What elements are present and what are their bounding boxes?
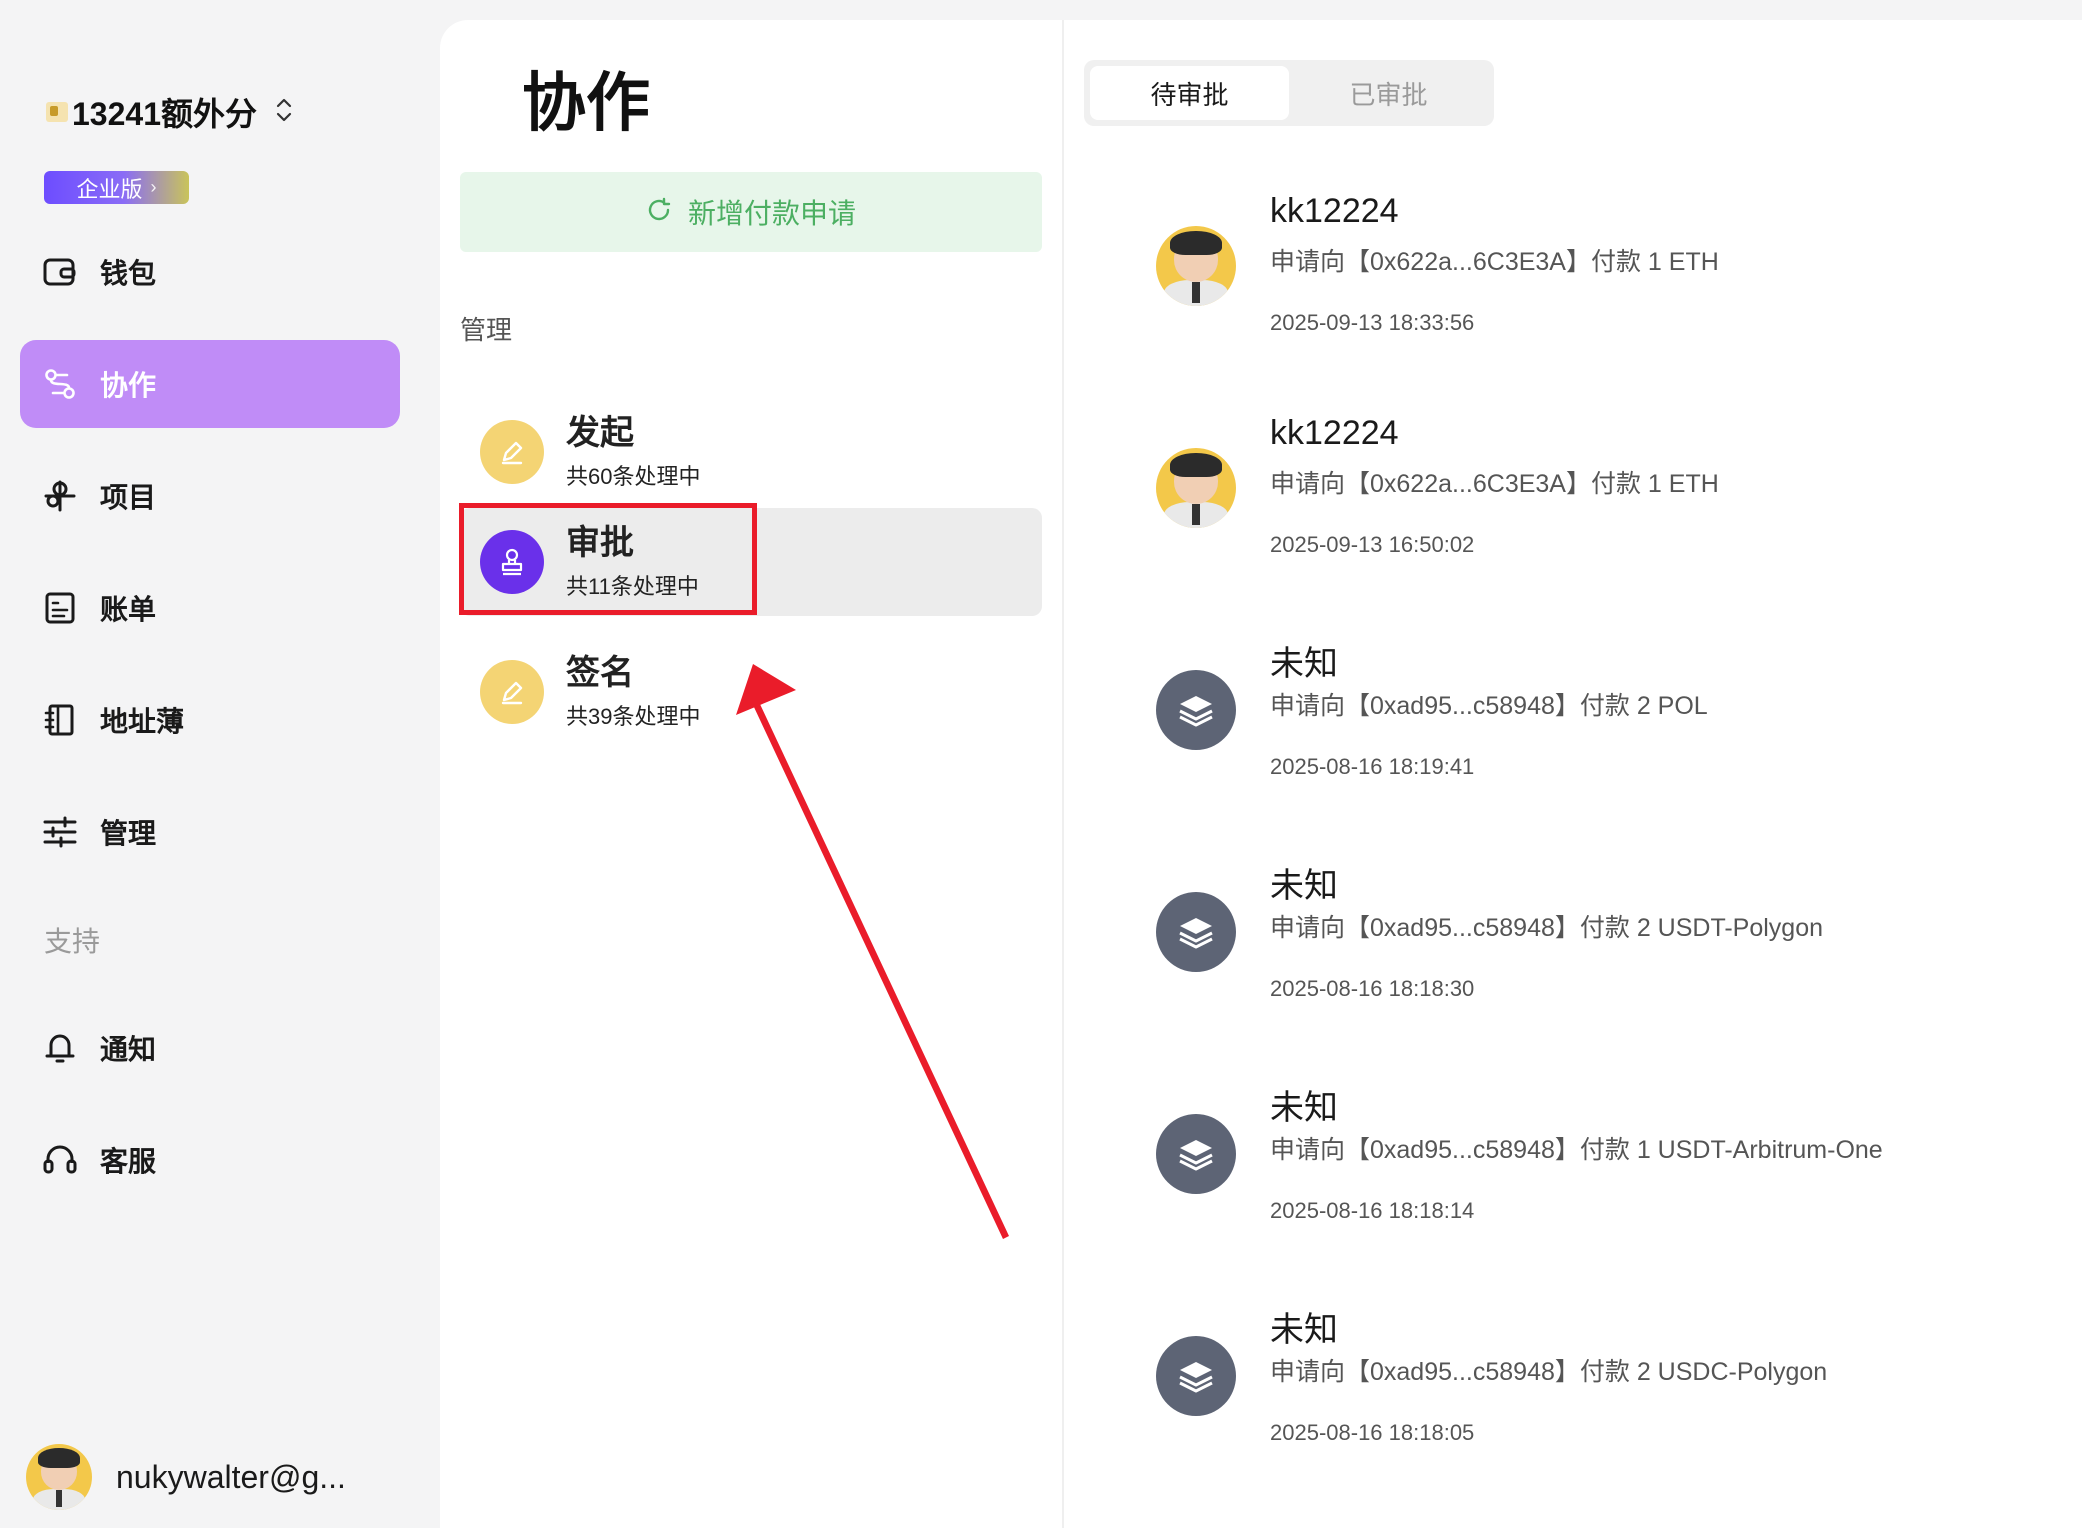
headset-icon xyxy=(42,1142,78,1178)
avatar xyxy=(26,1444,92,1510)
nav-label: 账单 xyxy=(100,594,157,625)
request-description: 申请向【0xad95...c58948】付款 2 USDC-Polygon xyxy=(1270,1358,1828,1386)
collaboration-icon xyxy=(42,366,78,402)
org-switcher[interactable]: 13241额外分 xyxy=(46,90,293,134)
nav-label: 项目 xyxy=(100,482,157,513)
address-book-icon xyxy=(42,702,78,738)
request-description: 申请向【0xad95...c58948】付款 1 USDT-Arbitrum-O… xyxy=(1270,1136,1883,1164)
approval-item[interactable]: kk12224 申请向【0x622a...6C3E3A】付款 1 ETH 202… xyxy=(1064,414,2082,594)
nav-collaboration[interactable]: 协作 xyxy=(20,340,400,428)
nav-notifications[interactable]: 通知 xyxy=(20,1004,400,1092)
avatar xyxy=(1156,448,1236,528)
request-time: 2025-08-16 18:18:05 xyxy=(1270,1420,1475,1445)
approval-item[interactable]: 未知 申请向【0xad95...c58948】付款 1 USDT-Arbitru… xyxy=(1064,1080,2082,1260)
nav-label: 协作 xyxy=(100,370,157,401)
approval-panel: 待审批 已审批 kk12224 申请向【0x622a...6C3E3A】付款 1… xyxy=(1064,20,2082,1528)
plan-label: 企业版 xyxy=(76,176,143,202)
nav-address-book[interactable]: 地址薄 xyxy=(20,676,400,764)
chevron-up-down-icon[interactable] xyxy=(275,96,293,128)
nav-customer-service[interactable]: 客服 xyxy=(20,1116,400,1204)
request-description: 申请向【0xad95...c58948】付款 2 USDT-Polygon xyxy=(1270,914,1824,942)
request-time: 2025-09-13 16:50:02 xyxy=(1270,532,1475,557)
chevron-right-icon: › xyxy=(150,177,157,197)
request-description: 申请向【0x622a...6C3E3A】付款 1 ETH xyxy=(1270,470,1719,498)
nav-wallet[interactable]: 钱包 xyxy=(20,228,400,316)
layers-icon xyxy=(1156,892,1236,972)
approval-item[interactable]: 未知 申请向【0xad95...c58948】付款 2 USDC-Polygon… xyxy=(1064,1302,2082,1482)
requester-name: kk12224 xyxy=(1270,414,1399,452)
nav-label: 地址薄 xyxy=(100,706,185,737)
tab-approved[interactable]: 已审批 xyxy=(1289,66,1488,120)
annotation-arrow xyxy=(736,664,1009,1239)
wallet-icon xyxy=(42,254,78,290)
approval-item[interactable]: 未知 申请向【0xad95...c58948】付款 2 POL 2025-08-… xyxy=(1064,636,2082,816)
requester-name: 未知 xyxy=(1270,867,1338,905)
user-account[interactable]: nukywalter@g... xyxy=(26,1444,346,1510)
requester-name: kk12224 xyxy=(1270,192,1399,230)
approval-item[interactable]: 未知 申请向【0xad95...c58948】付款 2 USDT-Polygon… xyxy=(1064,858,2082,1038)
request-time: 2025-08-16 18:18:30 xyxy=(1270,976,1475,1001)
nav-bill[interactable]: 账单 xyxy=(20,564,400,652)
sliders-icon xyxy=(42,814,78,850)
nav-label: 管理 xyxy=(100,818,157,849)
approval-tabs: 待审批 已审批 xyxy=(1084,60,1494,126)
requester-name: 未知 xyxy=(1270,1311,1338,1349)
layers-icon xyxy=(1156,670,1236,750)
layers-icon xyxy=(1156,1114,1236,1194)
bill-icon xyxy=(42,590,78,626)
enterprise-plan-badge[interactable]: 企业版 › xyxy=(44,171,189,204)
requester-name: 未知 xyxy=(1270,1089,1338,1127)
bell-icon xyxy=(42,1030,78,1066)
user-name: nukywalter@g... xyxy=(116,1458,346,1495)
nav-label: 通知 xyxy=(100,1034,157,1065)
request-time: 2025-08-16 18:19:41 xyxy=(1270,754,1475,779)
layers-icon xyxy=(1156,1336,1236,1416)
collaboration-panel: 协作 新增付款申请 管理 发起 共60条处理中 审批 共11条处理中 签名 共3… xyxy=(440,20,1062,1528)
nav-label: 客服 xyxy=(100,1146,157,1177)
org-name: 13241额外分 xyxy=(72,96,257,132)
org-logo-icon xyxy=(46,102,68,122)
approval-item[interactable]: kk12224 申请向【0x622a...6C3E3A】付款 1 ETH 202… xyxy=(1064,192,2082,372)
sidebar: 13241额外分 企业版 › 钱包 协作 项目 账单 地址薄 管理 支持 通知 … xyxy=(0,0,440,1528)
nav-manage[interactable]: 管理 xyxy=(20,788,400,876)
request-description: 申请向【0xad95...c58948】付款 2 POL xyxy=(1270,692,1708,720)
request-description: 申请向【0x622a...6C3E3A】付款 1 ETH xyxy=(1270,248,1719,276)
tab-pending[interactable]: 待审批 xyxy=(1090,66,1289,120)
nav-label: 钱包 xyxy=(100,258,157,289)
project-icon xyxy=(42,478,78,514)
request-time: 2025-08-16 18:18:14 xyxy=(1270,1198,1475,1223)
support-section-label: 支持 xyxy=(44,926,101,957)
request-time: 2025-09-13 18:33:56 xyxy=(1270,310,1475,335)
nav-project[interactable]: 项目 xyxy=(20,452,400,540)
requester-name: 未知 xyxy=(1270,645,1338,683)
avatar xyxy=(1156,226,1236,306)
